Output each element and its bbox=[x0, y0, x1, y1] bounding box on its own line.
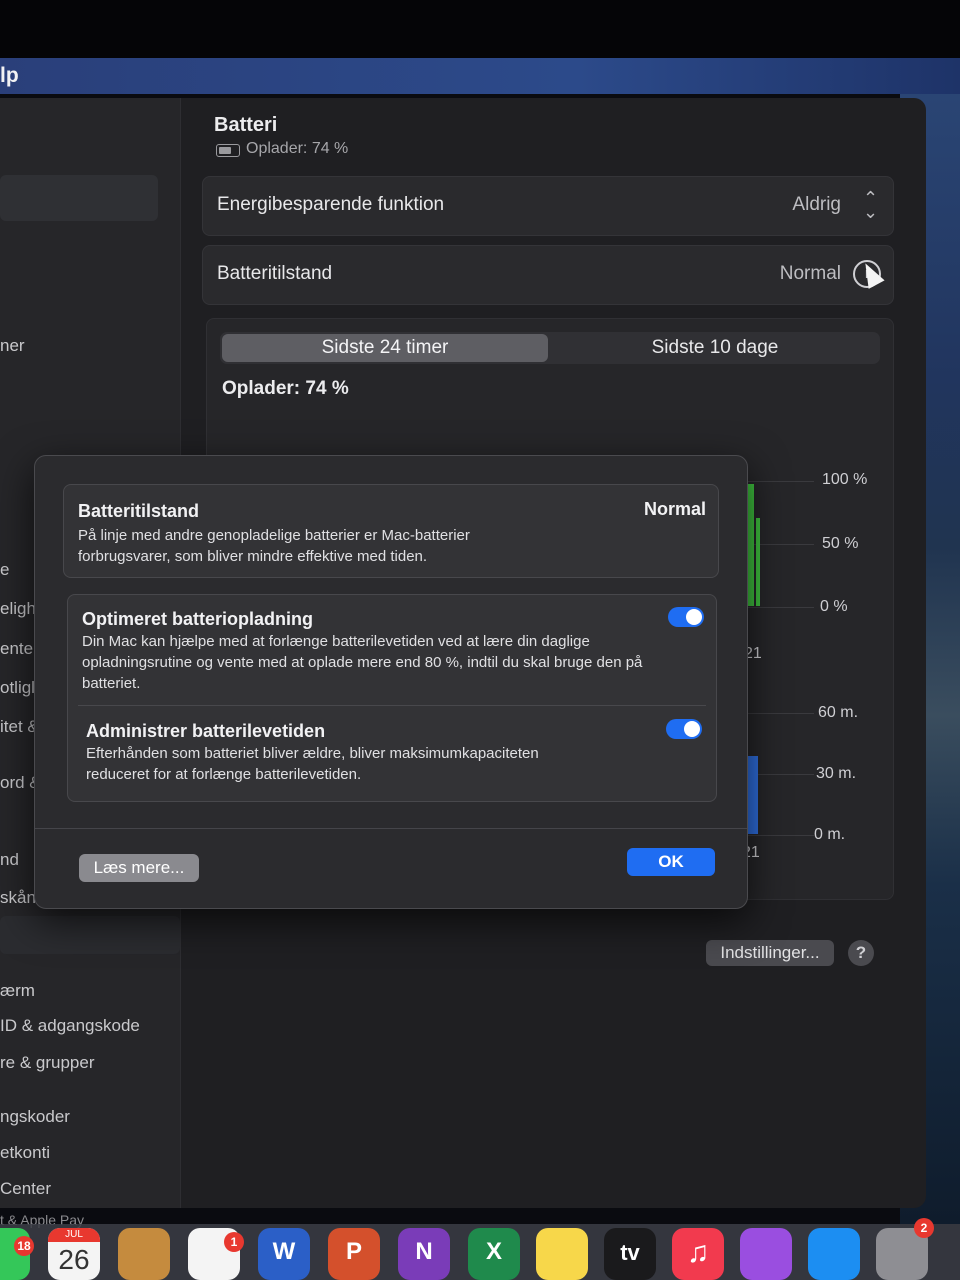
contacts-icon[interactable] bbox=[118, 1228, 170, 1280]
word-icon[interactable]: W bbox=[258, 1228, 310, 1280]
onenote-letter: N bbox=[415, 1238, 433, 1265]
settings-badge: 2 bbox=[914, 1218, 934, 1238]
level-axis-label: 0 % bbox=[820, 598, 848, 615]
battery-icon bbox=[216, 144, 240, 157]
pane-title: Batteri bbox=[214, 114, 278, 136]
messages-badge: 18 bbox=[14, 1236, 34, 1256]
tab-last-10-days[interactable]: Sidste 10 dage bbox=[552, 334, 878, 362]
sidebar-item-selected[interactable] bbox=[0, 916, 180, 954]
sidebar-item[interactable]: eligh bbox=[0, 599, 36, 619]
sidebar-item[interactable]: enter bbox=[0, 639, 39, 659]
powerpoint-icon[interactable]: P bbox=[328, 1228, 380, 1280]
powerpoint-letter: P bbox=[345, 1238, 362, 1265]
divider bbox=[78, 705, 706, 706]
optimized-charging-toggle[interactable] bbox=[668, 607, 704, 627]
reminders-badge: 1 bbox=[224, 1232, 244, 1252]
learn-more-button[interactable]: Læs mere... bbox=[79, 854, 199, 882]
health-card-value: Normal bbox=[643, 499, 706, 519]
gridline bbox=[742, 835, 814, 836]
screen-bezel bbox=[0, 0, 960, 58]
music-note-icon: ♫ bbox=[686, 1236, 710, 1269]
excel-letter: X bbox=[485, 1238, 502, 1265]
manage-longevity-title: Administrer batterilevetiden bbox=[86, 721, 326, 741]
usage-axis-label: 30 m. bbox=[816, 765, 857, 782]
sidebar-item[interactable]: ærm bbox=[0, 981, 35, 1001]
calendar-day: 26 bbox=[58, 1244, 90, 1275]
energy-saver-label: Energibesparende funktion bbox=[217, 194, 445, 215]
charging-status: Oplader: 74 % bbox=[246, 140, 349, 157]
sidebar-item[interactable]: ner bbox=[0, 336, 25, 356]
sidebar-item[interactable]: otligl bbox=[0, 678, 35, 698]
sidebar-item[interactable]: ngskoder bbox=[0, 1107, 70, 1127]
battery-options-card: Optimeret batteriopladning Din Mac kan h… bbox=[67, 594, 717, 802]
settings-button[interactable]: Indstillinger... bbox=[706, 940, 834, 966]
optimized-charging-description: Din Mac kan hjælpe med at forlænge batte… bbox=[82, 633, 643, 692]
usage-axis-label: 0 m. bbox=[814, 826, 846, 843]
health-card: Batteritilstand Normal På linje med andr… bbox=[63, 484, 719, 578]
sidebar-item[interactable]: etkonti bbox=[0, 1143, 50, 1163]
battery-health-value: Normal bbox=[779, 263, 841, 284]
up-down-chevron-icon[interactable]: ⌃ ⌄ bbox=[863, 189, 878, 221]
apple-tv-icon[interactable]: tv bbox=[604, 1228, 656, 1280]
battery-health-row: Batteritilstand Normal i bbox=[202, 245, 894, 305]
battery-level-bar bbox=[748, 484, 754, 606]
onenote-icon[interactable]: N bbox=[398, 1228, 450, 1280]
level-axis-label: 50 % bbox=[822, 535, 859, 552]
notes-icon[interactable] bbox=[536, 1228, 588, 1280]
energy-saver-value[interactable]: Aldrig bbox=[792, 194, 841, 216]
sidebar-item[interactable]: nd bbox=[0, 850, 19, 870]
gridline bbox=[742, 713, 814, 714]
divider bbox=[35, 828, 747, 829]
health-card-title: Batteritilstand bbox=[78, 501, 200, 521]
word-letter: W bbox=[272, 1238, 296, 1265]
gridline bbox=[744, 544, 814, 545]
energy-saver-row: Energibesparende funktion Aldrig ⌃ ⌄ bbox=[202, 176, 894, 236]
gridline bbox=[744, 481, 814, 482]
calendar-month: JUL bbox=[48, 1228, 100, 1242]
manage-longevity-description: Efterhånden som batteriet bliver ældre, … bbox=[86, 745, 539, 783]
sidebar-item[interactable]: re & grupper bbox=[0, 1053, 95, 1073]
ok-button[interactable]: OK bbox=[627, 848, 715, 876]
sidebar-item[interactable]: Center bbox=[0, 1179, 51, 1199]
battery-level-bar bbox=[756, 518, 760, 606]
chart-charge-label: Oplader: 74 % bbox=[222, 378, 349, 399]
app-store-icon[interactable] bbox=[808, 1228, 860, 1280]
help-button[interactable]: ? bbox=[848, 940, 874, 966]
gridline bbox=[744, 607, 814, 608]
sidebar-item[interactable]: ID & adgangskode bbox=[0, 1016, 140, 1036]
battery-health-dialog: Batteritilstand Normal På linje med andr… bbox=[34, 455, 748, 909]
sidebar-search-field[interactable] bbox=[0, 175, 158, 221]
podcasts-icon[interactable] bbox=[740, 1228, 792, 1280]
level-axis-label: 100 % bbox=[822, 471, 868, 488]
health-card-description: På linje med andre genopladelige batteri… bbox=[78, 527, 470, 565]
menu-bar: lp bbox=[0, 58, 960, 94]
help-menu[interactable]: lp bbox=[0, 64, 19, 88]
battery-health-label: Batteritilstand bbox=[217, 263, 333, 284]
sidebar-item[interactable]: itet & bbox=[0, 717, 39, 737]
manage-longevity-toggle[interactable] bbox=[666, 719, 702, 739]
calendar-icon[interactable]: JUL 26 bbox=[48, 1228, 100, 1280]
tab-last-24-hours[interactable]: Sidste 24 timer bbox=[222, 334, 548, 362]
usage-axis-label: 60 m. bbox=[818, 704, 859, 721]
apple-tv-label: tv bbox=[620, 1240, 640, 1265]
music-icon[interactable]: ♫ bbox=[672, 1228, 724, 1280]
excel-icon[interactable]: X bbox=[468, 1228, 520, 1280]
optimized-charging-title: Optimeret batteriopladning bbox=[82, 609, 314, 629]
sidebar-item[interactable]: e bbox=[0, 560, 9, 580]
